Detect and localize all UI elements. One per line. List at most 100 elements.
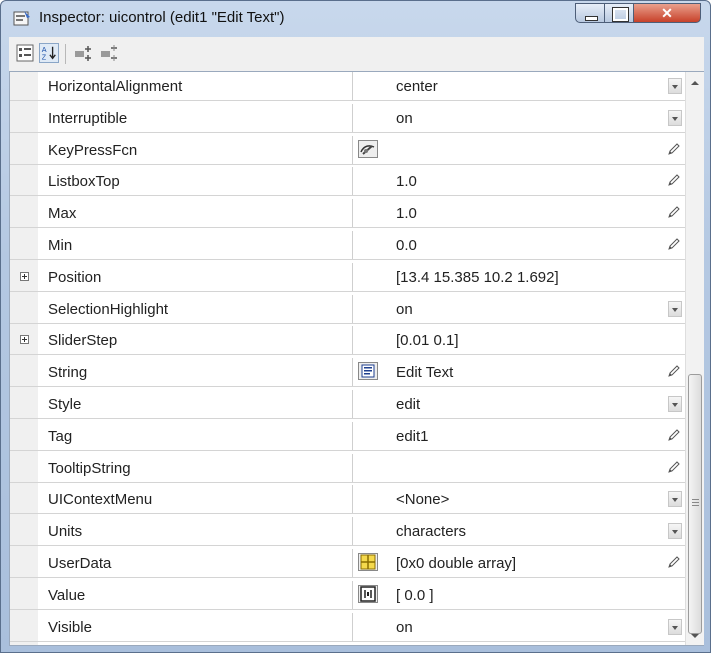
minimize-button[interactable] <box>575 3 605 23</box>
property-value[interactable]: on <box>396 110 413 127</box>
property-name: UserData <box>48 555 112 572</box>
property-value[interactable]: edit <box>396 396 420 413</box>
property-value[interactable]: center <box>396 78 438 95</box>
property-row-interruptible[interactable]: Interruptible on <box>10 103 685 133</box>
column-divider <box>352 485 353 514</box>
property-value[interactable]: edit1 <box>396 428 429 445</box>
property-row-position[interactable]: Position [13.4 15.385 10.2 1.692] <box>10 262 685 292</box>
column-divider <box>352 103 353 132</box>
dropdown-arrow-icon[interactable] <box>668 78 682 94</box>
column-divider <box>352 167 353 196</box>
property-value[interactable]: 1.0 <box>396 173 417 190</box>
collapse-all-icon[interactable] <box>99 43 119 63</box>
property-value[interactable]: [13.4 15.385 10.2 1.692] <box>396 269 559 286</box>
property-name: ListboxTop <box>48 173 120 191</box>
pencil-icon[interactable] <box>666 204 682 220</box>
pencil-icon[interactable] <box>666 427 682 443</box>
expand-all-icon[interactable] <box>73 43 93 63</box>
text-editor-icon[interactable] <box>358 362 378 381</box>
property-name: Interruptible <box>48 109 128 127</box>
expand-icon[interactable] <box>20 271 29 281</box>
property-row-units[interactable]: Units characters <box>10 517 685 547</box>
property-value[interactable]: <None> <box>396 491 449 508</box>
column-divider <box>352 326 353 355</box>
categorized-icon[interactable] <box>15 43 35 63</box>
inspector-toolbar: A Z <box>9 37 704 72</box>
column-divider <box>352 421 353 450</box>
value-editor-icon[interactable] <box>358 584 378 603</box>
dropdown-arrow-icon[interactable] <box>668 396 682 412</box>
property-row-uicontext-menu[interactable]: UIContextMenu <None> <box>10 485 685 515</box>
maximize-button[interactable] <box>604 3 634 23</box>
property-row-style[interactable]: Style edit <box>10 390 685 419</box>
property-name: KeyPressFcn <box>48 141 138 159</box>
property-row-visible[interactable]: Visible on <box>10 612 685 642</box>
property-name: Style <box>48 396 82 413</box>
property-row-horizontal-alignment[interactable]: HorizontalAlignment center <box>10 72 685 101</box>
property-row-key-press-fcn[interactable]: KeyPressFcn <box>10 135 685 165</box>
scroll-down-icon[interactable] <box>686 627 704 645</box>
dropdown-arrow-icon[interactable] <box>668 300 682 317</box>
property-value[interactable]: 1.0 <box>396 205 417 222</box>
close-icon: ✕ <box>661 5 673 21</box>
property-row-min[interactable]: Min 0.0 <box>10 231 685 260</box>
property-value[interactable]: Edit Text <box>396 364 453 381</box>
property-row-value[interactable]: Value [ 0.0 ] <box>10 580 685 610</box>
property-value[interactable]: on <box>396 619 413 636</box>
column-divider <box>352 72 353 100</box>
toolbar-separator <box>65 44 66 64</box>
scroll-thumb[interactable] <box>688 374 702 634</box>
sort-alphabetical-icon[interactable]: A Z <box>39 43 59 63</box>
dropdown-arrow-icon[interactable] <box>668 523 682 540</box>
property-row-user-data[interactable]: UserData [0x0 double array] <box>10 549 685 578</box>
column-divider <box>352 390 353 418</box>
column-divider <box>352 453 353 482</box>
property-name: Units <box>48 523 83 541</box>
callback-editor-icon[interactable] <box>358 139 378 158</box>
pencil-icon[interactable] <box>666 172 682 188</box>
column-divider <box>352 549 353 577</box>
scroll-up-icon[interactable] <box>686 74 704 92</box>
property-value[interactable]: on <box>396 301 413 318</box>
property-name: Position <box>48 268 102 286</box>
close-button[interactable]: ✕ <box>633 3 701 23</box>
inspector-icon <box>13 11 30 26</box>
pencil-icon[interactable] <box>666 141 682 157</box>
title-bar[interactable]: Inspector: uicontrol (edit1 "Edit Text")… <box>1 1 710 37</box>
property-name: Visible <box>48 618 92 636</box>
property-row-max[interactable]: Max 1.0 <box>10 199 685 229</box>
property-row-string[interactable]: String Edit Text <box>10 358 685 388</box>
vertical-scrollbar[interactable] <box>685 72 704 645</box>
property-value[interactable]: 0.0 <box>396 237 417 254</box>
property-name: String <box>48 364 88 382</box>
dropdown-arrow-icon[interactable] <box>668 109 682 126</box>
dropdown-arrow-icon[interactable] <box>668 618 682 635</box>
column-divider <box>352 262 353 291</box>
array-editor-icon[interactable] <box>358 553 378 571</box>
dropdown-arrow-icon[interactable] <box>668 491 682 508</box>
property-row-listbox-top[interactable]: ListboxTop 1.0 <box>10 167 685 197</box>
property-name: Max <box>48 205 77 223</box>
expand-icon[interactable] <box>20 335 29 345</box>
property-row-selection-highlight[interactable]: SelectionHighlight on <box>10 294 685 324</box>
property-row-slider-step[interactable]: SliderStep [0.01 0.1] <box>10 326 685 356</box>
property-name: TooltipString <box>48 459 131 477</box>
pencil-icon[interactable] <box>666 459 682 475</box>
property-row-tooltip-string[interactable]: TooltipString <box>10 453 685 483</box>
column-divider <box>352 199 353 228</box>
property-value[interactable]: [ 0.0 ] <box>396 587 434 604</box>
property-row-tag[interactable]: Tag edit1 <box>10 421 685 451</box>
property-value[interactable]: [0x0 double array] <box>396 555 516 572</box>
property-value[interactable]: characters <box>396 523 466 540</box>
pencil-icon[interactable] <box>666 236 682 252</box>
pencil-icon[interactable] <box>666 363 682 379</box>
property-value[interactable]: [0.01 0.1] <box>396 332 459 349</box>
pencil-icon[interactable] <box>666 554 682 570</box>
column-divider <box>352 231 353 259</box>
property-name: Value <box>48 586 86 604</box>
property-name: SliderStep <box>48 332 118 350</box>
column-divider <box>352 612 353 641</box>
property-name: SelectionHighlight <box>48 300 169 318</box>
property-name: HorizontalAlignment <box>48 78 183 95</box>
grip-icon <box>692 499 699 500</box>
